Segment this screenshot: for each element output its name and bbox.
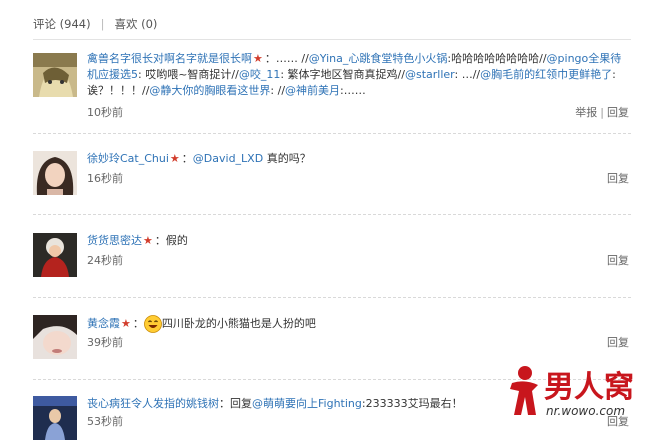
comment-text-segment: 真的吗？ [263,152,311,165]
comment-time: 16秒前 [87,172,123,185]
colon: ： [264,52,276,65]
comment-text-segment: :233333艾玛最右！ [361,397,463,410]
comment-body: 黄念霞★： 四川卧龙的小熊猫也是人扮的吧 [87,315,631,333]
mention-link[interactable]: @咬_11 [239,68,281,81]
comment-time: 24秒前 [87,254,123,267]
star-badge-icon: ★ [169,152,180,165]
mention-link[interactable]: @胸毛前的红领巾更鲜艳了 [480,68,612,81]
reply-link[interactable]: 回复 [607,336,629,349]
comment-item: 黄念霞★： 四川卧龙的小熊猫也是人扮的吧 39秒前 回复 [33,315,631,365]
comment-body: 货货思密达★ ：假的 [87,233,631,249]
comment-text: 假的 [166,234,188,247]
comment-item: 徐妙玲Cat_Chui★ ：@David_LXD 真的吗？ 16秒前 回复 [33,151,631,201]
reply-link[interactable]: 回复 [607,254,629,267]
comment-text-segment: 假的 [165,234,188,247]
tab-likes[interactable]: 喜欢 (0) [114,16,157,32]
colon: ： [154,234,166,247]
mention-link[interactable]: @David_LXD [193,152,263,165]
comment-body: 徐妙玲Cat_Chui★ ：@David_LXD 真的吗？ [87,151,631,167]
mention-link[interactable]: @萌萌要向上Fighting [252,397,362,410]
star-badge-icon: ★ [143,234,153,247]
comment-body: 禽兽名字很长对啊名字就是很长啊★：…… //@Yina_心跳食堂特色小火锅:哈哈… [87,51,631,99]
avatar[interactable] [33,396,77,440]
comment-username[interactable]: 丧心病狂令人发指的姚钱树 [87,397,219,410]
header-divider [33,39,631,40]
site-logo-watermark: 男人窝 nr.wowo.com [506,361,646,423]
avatar[interactable] [33,151,77,195]
comment-item: 货货思密达★ ：假的 24秒前 回复 [33,233,631,283]
avatar[interactable] [33,53,77,97]
tab-comments[interactable]: 评论 (944) [33,16,91,32]
comment-username[interactable]: 徐妙玲Cat_Chui [87,152,169,165]
comment-text: 回复@萌萌要向上Fighting:233333艾玛最右！ [230,397,463,410]
avatar[interactable] [33,315,77,359]
mention-link[interactable]: @神前美月 [285,84,340,97]
comment-tabs: 评论 (944) | 喜欢 (0) [33,16,157,32]
comment-actions: 回复 [607,252,629,268]
laughing-emoji [143,315,162,333]
comment-username[interactable]: 黄念霞 [87,317,120,330]
comment-time: 53秒前 [87,415,123,428]
reply-link[interactable]: 回复 [607,172,629,185]
mention-link[interactable]: @Yina_心跳食堂特色小火锅 [309,52,448,65]
logo-url: nr.wowo.com [546,404,625,418]
comment-text-segment: : // [270,84,286,97]
row-divider [33,297,631,298]
row-divider [33,133,631,134]
comment-actions: 回复 [607,170,629,186]
tab-separator: | [100,17,105,31]
mention-link[interactable]: @starller [405,68,455,81]
comment-text-segment: 四川卧龙的小熊猫也是人扮的吧 [161,317,316,330]
comment-username[interactable]: 禽兽名字很长对啊名字就是很长啊 [87,52,252,65]
comment-actions: 举报 | 回复 [575,104,629,120]
comment-text-segment: : 哎哟喂~智商捉计// [138,68,239,81]
comment-text-segment: :哈哈哈哈哈哈哈哈// [447,52,547,65]
logo-text: 男人窝 [544,370,634,405]
colon: ： [132,317,144,330]
star-badge-icon: ★ [253,52,263,65]
comment-text-segment: :…… [340,84,366,97]
comment-text-segment: : 繁体字地区智商真捉鸡// [280,68,405,81]
comment-text-segment: : …// [454,68,481,81]
comment-text: 四川卧龙的小熊猫也是人扮的吧 [143,315,316,333]
reply-link[interactable]: 回复 [607,106,629,119]
mention-link[interactable]: @静大你的胸眼看这世界 [149,84,270,97]
comment-username[interactable]: 货货思密达 [87,234,142,247]
star-badge-icon: ★ [121,317,131,330]
comment-time: 39秒前 [87,336,123,349]
row-divider [33,214,631,215]
colon: ： [219,397,230,410]
report-link[interactable]: 举报 [575,106,597,119]
colon: ： [181,152,193,165]
avatar[interactable] [33,233,77,277]
comment-text-segment: …… // [275,52,309,65]
action-separator: | [600,106,604,119]
comment-actions: 回复 [607,334,629,350]
comment-item: 禽兽名字很长对啊名字就是很长啊★：…… //@Yina_心跳食堂特色小火锅:哈哈… [33,51,631,123]
comment-text-segment: 回复 [230,397,252,410]
person-icon [510,366,538,415]
comment-time: 10秒前 [87,106,123,119]
comment-text: @David_LXD 真的吗？ [193,152,311,165]
